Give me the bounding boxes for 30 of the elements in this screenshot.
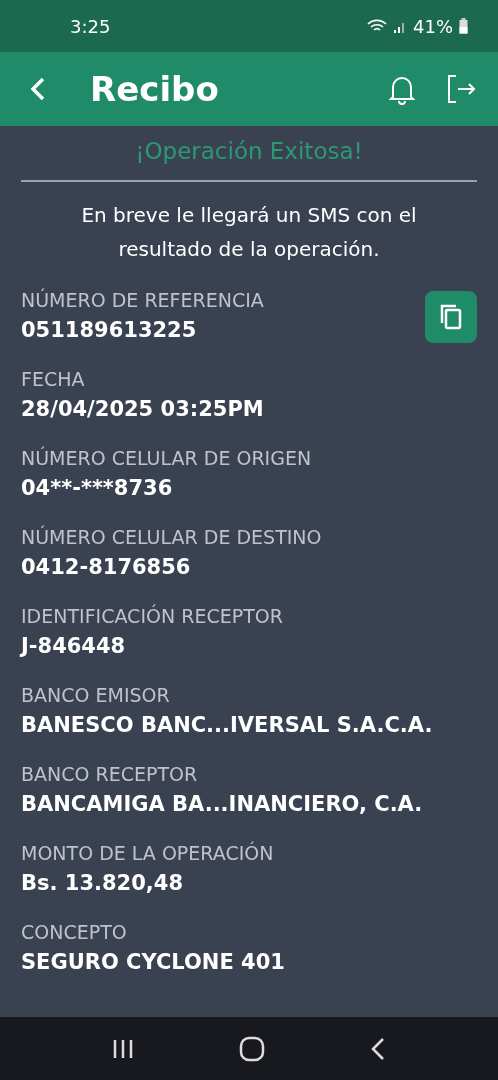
field-label: NÚMERO DE REFERENCIA bbox=[21, 287, 265, 313]
field-label: NÚMERO CELULAR DE DESTINO bbox=[21, 524, 323, 550]
field-label: CONCEPTO bbox=[21, 920, 128, 945]
field-value: 28/04/2025 03:25PM bbox=[21, 396, 265, 423]
field-label: FECHA bbox=[21, 367, 86, 392]
field-value: BANESCO BANC...IVERSAL S.A.C.A. bbox=[21, 712, 434, 739]
copy-icon bbox=[438, 303, 464, 331]
battery-icon bbox=[459, 18, 468, 34]
wifi-icon bbox=[367, 18, 387, 34]
field-label: BANCO EMISOR bbox=[21, 683, 171, 708]
copy-button[interactable] bbox=[425, 291, 477, 343]
field-label: IDENTIFICACIÓN RECEPTOR bbox=[21, 603, 284, 629]
field-value: 04**-***8736 bbox=[21, 475, 174, 502]
field-value: 051189613225 bbox=[21, 317, 198, 344]
home-icon bbox=[239, 1035, 265, 1062]
field-label: NÚMERO CELULAR DE ORIGEN bbox=[21, 445, 313, 471]
field-value: J-846448 bbox=[21, 633, 127, 660]
field-label: BANCO RECEPTOR bbox=[21, 762, 199, 787]
result-message: En breve le llegará un SMS con el resultado de la operación. bbox=[80, 202, 418, 263]
field-label: MONTO DE LA OPERACIÓN bbox=[21, 840, 275, 866]
chevron-left-icon bbox=[369, 1036, 386, 1061]
recent-apps-icon bbox=[112, 1038, 135, 1059]
field-value: SEGURO CYCLONE 401 bbox=[21, 949, 286, 976]
status-time: 3:25 bbox=[70, 15, 112, 37]
page-title: Recibo bbox=[90, 69, 220, 109]
field-value: Bs. 13.820,48 bbox=[21, 870, 185, 897]
battery-percent: 41% bbox=[413, 15, 453, 37]
field-value: BANCAMIGA BA...INANCIERO, C.A. bbox=[21, 791, 424, 818]
field-value: 0412-8176856 bbox=[21, 554, 192, 581]
success-title: ¡Operación Exitosa! bbox=[134, 138, 364, 164]
